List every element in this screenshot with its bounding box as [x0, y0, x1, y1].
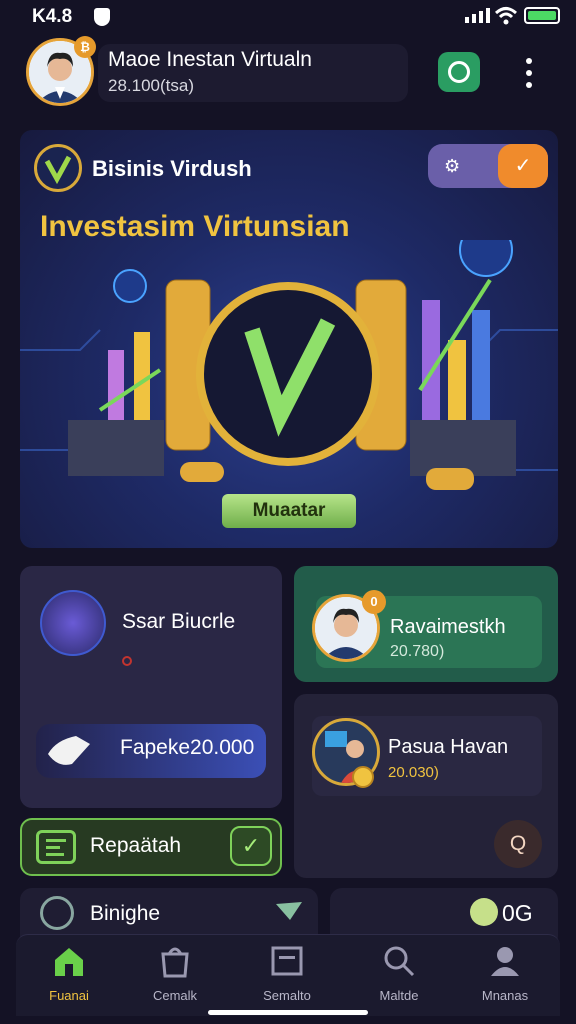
- nav-profile[interactable]: Mnanas: [460, 944, 550, 1008]
- brand-name: Bisinis Virdush: [92, 156, 252, 181]
- more-menu-icon[interactable]: [524, 58, 534, 88]
- status-bar: K4.8: [0, 0, 576, 34]
- money-icon: [48, 736, 90, 765]
- business-row-label: Binighe: [90, 902, 161, 925]
- payout-title: Pasua Havan: [388, 736, 509, 758]
- battery-icon: [524, 7, 560, 24]
- nav-label: Maltde: [379, 988, 419, 1003]
- search-icon: [40, 896, 74, 930]
- app-title: Maoe Inestan Virtualn: [108, 48, 312, 71]
- shield-rocket-icon: [40, 590, 106, 656]
- nav-bag[interactable]: Cemalk: [130, 944, 220, 1008]
- nav-label: Mnanas: [481, 988, 529, 1003]
- wallet-button[interactable]: [438, 52, 480, 92]
- hero-headline: Investasim Virtunsian: [40, 210, 350, 243]
- help-button[interactable]: Q: [494, 820, 542, 868]
- og-label: 0G: [502, 900, 533, 926]
- nav-chart[interactable]: Semalto: [242, 944, 332, 1008]
- fee-amount: Fapeke20.000: [120, 736, 255, 759]
- shield-icon: [94, 8, 110, 26]
- home-indicator: [208, 1010, 368, 1015]
- status-dot: [122, 656, 132, 666]
- bag-icon: [161, 947, 189, 978]
- nav-search[interactable]: Maltde: [354, 944, 444, 1008]
- balance-text: 28.100(tsa): [108, 76, 194, 95]
- check-icon: ✓: [498, 144, 548, 188]
- gear-icon: ⚙: [444, 156, 461, 176]
- partner-title: Ravaimestkh: [390, 616, 506, 638]
- wifi-icon: [494, 7, 518, 25]
- home-icon: [55, 948, 83, 976]
- check-icon[interactable]: ✓: [230, 826, 272, 866]
- key-icon: [470, 898, 498, 926]
- nav-label: Cemalk: [152, 988, 198, 1003]
- status-time: K4.8: [32, 6, 73, 27]
- payout-amount: 20.030): [388, 764, 439, 781]
- coin-badge: 0: [362, 590, 386, 614]
- nav-label: Fuanai: [49, 988, 89, 1003]
- robot-icon: [448, 61, 470, 83]
- profile-icon: [491, 947, 519, 976]
- send-icon[interactable]: [276, 902, 302, 920]
- settings-toggle[interactable]: ⚙ ✓: [428, 144, 548, 188]
- search-icon: [384, 946, 415, 977]
- brand-logo-icon: [34, 144, 82, 192]
- business-card-title: Ssar Biucrle: [122, 610, 236, 633]
- chart-icon: [271, 946, 303, 976]
- hero-banner: Bisinis Virdush ⚙ ✓ Investasim Virtunsia…: [20, 130, 558, 548]
- hero-action-button[interactable]: Muaatar: [222, 494, 356, 528]
- report-label: Repaätah: [90, 834, 182, 857]
- coin-badge: ₿: [74, 36, 96, 58]
- signal-icon: [465, 8, 490, 23]
- nav-home[interactable]: Fuanai: [24, 944, 114, 1008]
- list-icon: [36, 830, 76, 864]
- coin-icon: [352, 766, 374, 788]
- partner-amount: 20.780): [390, 643, 445, 660]
- nav-label: Semalto: [263, 988, 311, 1003]
